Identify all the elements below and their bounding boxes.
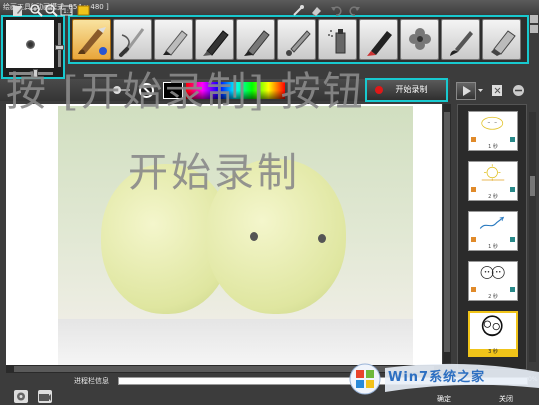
- calligraphy-tool-button[interactable]: [113, 19, 152, 60]
- tool-strip-scroller[interactable]: [530, 15, 539, 75]
- frame-thumbnail[interactable]: 2 秒: [468, 261, 518, 301]
- settings-icon[interactable]: [14, 390, 28, 403]
- crayon-icon: [203, 30, 229, 56]
- marker-tool-button[interactable]: [154, 19, 193, 60]
- frames-scrollbar[interactable]: [529, 112, 536, 362]
- eraser-tool-button[interactable]: [482, 19, 521, 60]
- frame-thumbnail[interactable]: 1 秒: [468, 111, 518, 151]
- zoom-in-icon[interactable]: [30, 4, 43, 17]
- brush-icon: [78, 27, 107, 55]
- win7-watermark-text: Win7系统之家: [388, 370, 486, 385]
- paintbrush-icon: [450, 31, 473, 56]
- marker-icon: [163, 30, 188, 56]
- spray-can-icon: [328, 29, 346, 54]
- frame-delete-icon[interactable]: [510, 187, 515, 192]
- paint-tool-window: 绘画工具[ 动画模式, 854 x 480 ] 1:1 开始录制 按 [开始录制…: [0, 0, 539, 405]
- pencil-tool-button[interactable]: [236, 19, 275, 60]
- play-dropdown-icon[interactable]: [477, 84, 484, 97]
- play-button[interactable]: [456, 82, 476, 100]
- redo-icon[interactable]: [348, 4, 361, 17]
- eraser-icon: [491, 30, 516, 56]
- paintbrush-tool-button[interactable]: [441, 19, 480, 60]
- apple-eye-left: [250, 232, 258, 241]
- frame-edit-icon[interactable]: [471, 137, 476, 142]
- frame-delete-icon[interactable]: [510, 137, 515, 142]
- stamp-tool-button[interactable]: [400, 19, 439, 60]
- animation-frames-panel: 1 秒 2 秒 1 秒 2 秒 3 秒: [457, 104, 527, 370]
- new-frame-icon[interactable]: [491, 84, 504, 97]
- frame-duration: 1 秒: [488, 244, 498, 250]
- apple-eye-right: [318, 234, 326, 243]
- progress-label: 进程栏信息: [74, 377, 109, 385]
- frame-duration: 2 秒: [488, 194, 498, 200]
- close-button[interactable]: 关闭: [499, 394, 513, 404]
- svg-text:1:1: 1:1: [63, 8, 73, 15]
- airbrush-icon: [286, 30, 311, 56]
- frame-duration: 2 秒: [488, 294, 498, 300]
- canvas-vertical-scroll-thumb[interactable]: [444, 112, 450, 352]
- fit-screen-icon[interactable]: [77, 4, 90, 17]
- crayon-tool-button[interactable]: [195, 19, 234, 60]
- brush-tool-button[interactable]: [72, 19, 111, 60]
- frame-duration: 3 秒: [470, 349, 516, 355]
- airbrush-tool-button[interactable]: [277, 19, 316, 60]
- frames-scroll-thumb[interactable]: [530, 176, 535, 196]
- delete-frame-icon[interactable]: [512, 84, 525, 97]
- flower-stamp-icon: [409, 28, 431, 50]
- spray-tool-button[interactable]: [318, 19, 357, 60]
- frame-edit-icon[interactable]: [471, 237, 476, 242]
- frame-delete-icon[interactable]: [510, 237, 515, 242]
- clear-canvas-icon[interactable]: [310, 4, 323, 17]
- tool-strip: [68, 15, 529, 64]
- edit-page-icon[interactable]: [12, 4, 25, 17]
- recording-hint-line2: 开始录制: [128, 150, 300, 196]
- pencil-icon: [244, 30, 270, 56]
- frame-thumbnail[interactable]: 1 秒: [468, 211, 518, 251]
- brush-tip-preview: [26, 40, 35, 49]
- scroll-up-arrow-icon[interactable]: [530, 15, 538, 23]
- eyedropper-icon[interactable]: [292, 4, 305, 17]
- frame-delete-icon[interactable]: [510, 287, 515, 292]
- pen-icon: [367, 31, 392, 56]
- brush-opacity-thumb[interactable]: [55, 45, 64, 50]
- frame-edit-icon[interactable]: [471, 287, 476, 292]
- frame-5-sketch: [481, 315, 503, 337]
- frame-thumbnail[interactable]: 2 秒: [468, 161, 518, 201]
- ok-button[interactable]: 确定: [437, 394, 451, 404]
- zoom-out-icon[interactable]: [45, 4, 58, 17]
- camera-icon[interactable]: [38, 390, 52, 403]
- calligraphy-brush-icon: [119, 28, 145, 57]
- frame-thumbnail-selected[interactable]: 3 秒: [468, 311, 518, 357]
- frame-duration: 1 秒: [488, 144, 498, 150]
- frame-edit-icon[interactable]: [471, 187, 476, 192]
- scroll-down-arrow-icon[interactable]: [530, 25, 538, 33]
- actual-size-icon[interactable]: 1:1: [60, 4, 73, 17]
- recording-hint-line1: 按 [开始录制] 按钮: [6, 69, 365, 115]
- pen-tool-button[interactable]: [359, 19, 398, 60]
- undo-icon[interactable]: [330, 4, 343, 17]
